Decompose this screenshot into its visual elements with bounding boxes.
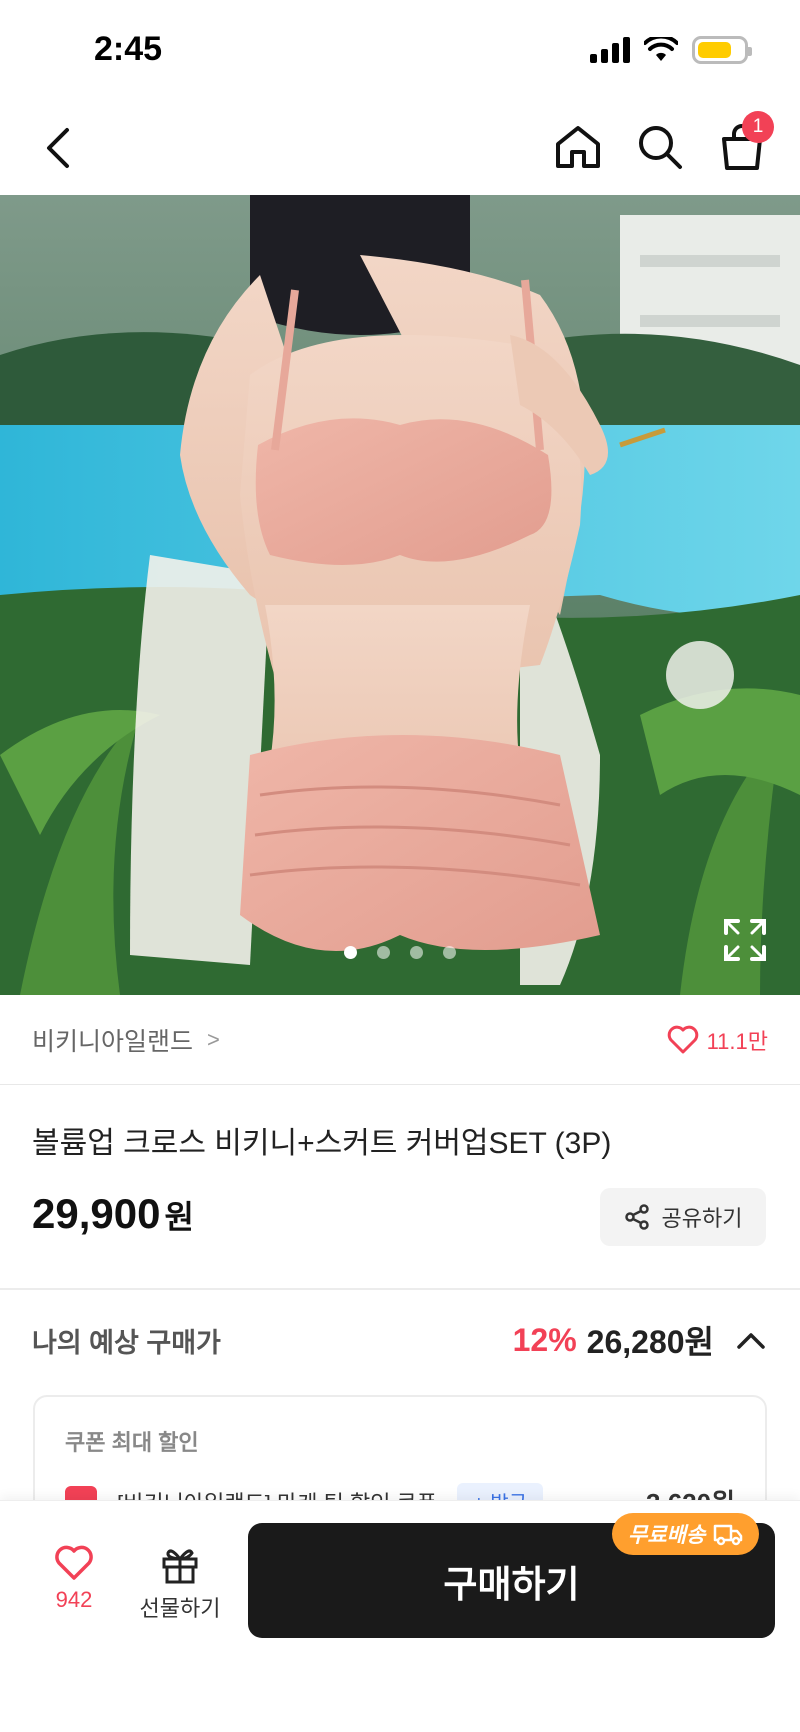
chevron-up-icon[interactable] xyxy=(734,1325,768,1355)
gallery-dot[interactable] xyxy=(344,946,357,959)
battery-icon xyxy=(692,36,752,64)
brand-row: 비키니아일랜드 > 11.1만 xyxy=(0,995,800,1085)
gift-button[interactable]: 선물하기 xyxy=(132,1545,228,1623)
cellular-signal-icon xyxy=(590,37,630,63)
share-icon xyxy=(624,1204,649,1230)
expand-icon xyxy=(724,919,766,961)
home-button[interactable] xyxy=(548,117,608,177)
heart-outline-icon xyxy=(55,1545,93,1580)
wifi-icon xyxy=(644,37,678,61)
gift-label: 선물하기 xyxy=(139,1596,221,1621)
cart-count-badge: 1 xyxy=(742,111,774,143)
brand-name: 비키니아일랜드 xyxy=(32,1027,194,1056)
search-icon xyxy=(639,126,682,169)
product-title: 볼륨업 크로스 비키니+스커트 커버업SET (3P) xyxy=(32,1127,612,1160)
brand-like-button[interactable]: 11.1만 xyxy=(667,1024,768,1056)
back-button[interactable] xyxy=(28,118,88,178)
product-image-gallery[interactable] xyxy=(0,195,800,995)
heart-outline-icon xyxy=(667,1025,698,1053)
gallery-dot[interactable] xyxy=(410,946,423,959)
section-divider xyxy=(0,1288,800,1290)
product-photo xyxy=(0,195,800,995)
discount-rate: 12% xyxy=(512,1321,577,1358)
expected-price-value: 26,280원 xyxy=(586,1324,714,1360)
brand-link[interactable]: 비키니아일랜드 > xyxy=(32,1022,220,1058)
expected-price-label: 나의 예상 구매가 xyxy=(32,1327,221,1358)
wishlist-button[interactable]: 942 xyxy=(42,1545,106,1613)
delivery-truck-icon xyxy=(714,1524,743,1546)
search-button[interactable] xyxy=(630,117,690,177)
price-unit: 원 xyxy=(164,1199,194,1235)
gallery-dot[interactable] xyxy=(443,946,456,959)
coupon-title: 쿠폰 최대 할인 xyxy=(65,1430,199,1455)
top-nav-bar: 1 xyxy=(0,100,800,195)
chevron-left-icon xyxy=(47,128,69,168)
price-row: 29,900 원 xyxy=(32,1190,194,1238)
price-value: 29,900 xyxy=(32,1190,161,1237)
buy-label: 구매하기 xyxy=(443,1563,580,1605)
free-shipping-badge: 무료배송 xyxy=(612,1513,760,1555)
share-button[interactable]: 공유하기 xyxy=(600,1188,766,1246)
fullscreen-button[interactable] xyxy=(720,915,770,965)
free-shipping-label: 무료배송 xyxy=(628,1524,706,1547)
gallery-pagination xyxy=(0,946,800,959)
home-icon xyxy=(556,126,600,168)
wishlist-count: 942 xyxy=(55,1587,93,1612)
expected-price-summary: 12% 26,280원 xyxy=(513,1317,768,1363)
bottom-action-bar: 942 선물하기 구매하기 무료배송 xyxy=(0,1500,800,1732)
brand-like-count: 11.1만 xyxy=(706,1028,768,1054)
gallery-dot[interactable] xyxy=(377,946,390,959)
cart-button[interactable]: 1 xyxy=(712,111,774,177)
status-bar: 2:45 xyxy=(0,0,800,100)
expected-price-row[interactable]: 나의 예상 구매가 12% 26,280원 xyxy=(32,1310,768,1370)
status-icons xyxy=(590,36,752,64)
chevron-right-icon: > xyxy=(207,1026,220,1052)
status-time: 2:45 xyxy=(94,30,163,68)
share-label: 공유하기 xyxy=(661,1206,743,1231)
gift-icon xyxy=(162,1549,198,1584)
